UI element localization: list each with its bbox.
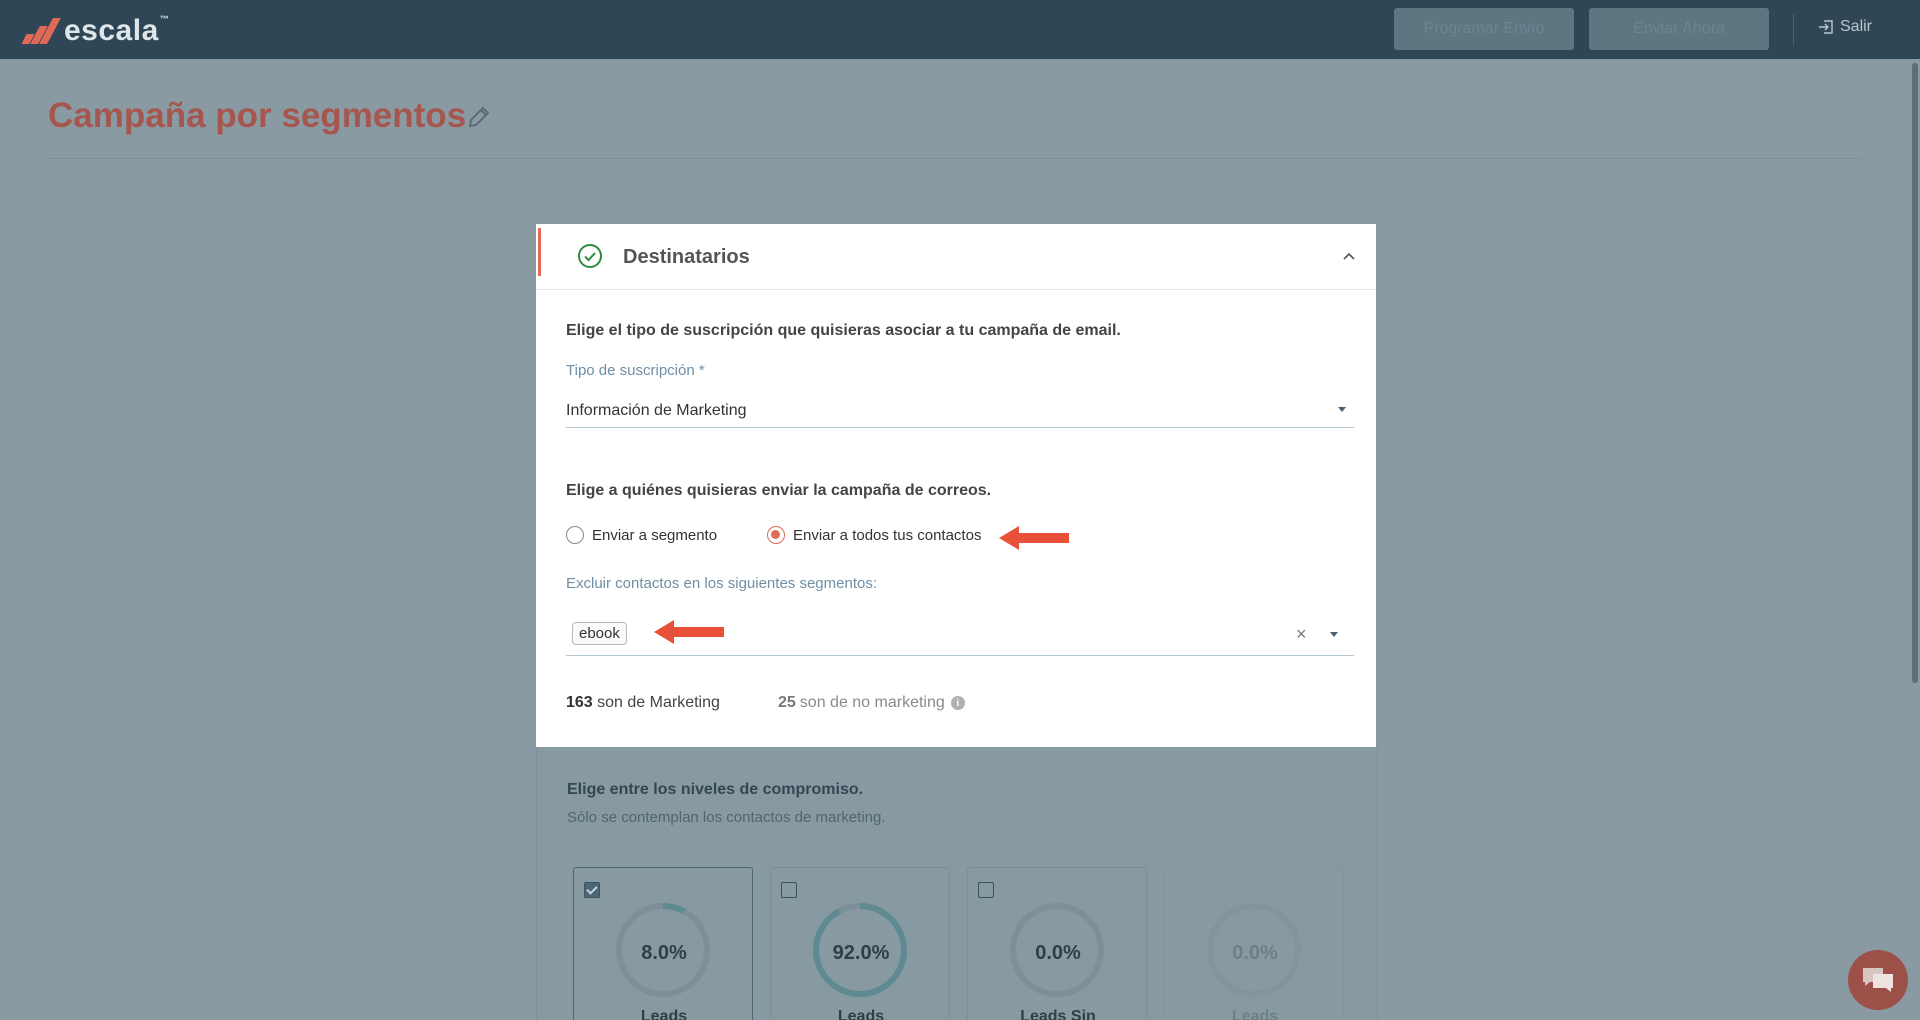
subscription-type-label: Tipo de suscripción *: [566, 362, 705, 379]
engagement-section: Elige entre los niveles de compromiso. S…: [536, 747, 1378, 1020]
tile-percent: 92.0%: [832, 942, 890, 964]
page-title: Campaña por segmentos: [48, 96, 467, 135]
tile-checkbox[interactable]: [584, 882, 600, 898]
dropdown-caret-icon[interactable]: [1330, 632, 1338, 637]
tile-label: Leads: [640, 1008, 688, 1020]
check-circle-icon: [578, 244, 602, 268]
engagement-tile[interactable]: 8.0% Leads: [573, 867, 753, 1020]
edit-title-icon[interactable]: [466, 104, 492, 135]
schedule-send-button[interactable]: Programar Envío: [1394, 8, 1574, 50]
tile-label: Leads Sin: [1020, 1008, 1096, 1020]
tile-percent: 8.0%: [641, 942, 687, 964]
chevron-up-icon[interactable]: [1342, 251, 1356, 261]
recipients-title: Destinatarios: [623, 246, 750, 268]
radio-button-selected[interactable]: [767, 526, 785, 544]
info-icon[interactable]: i: [950, 696, 965, 710]
tile-checkbox[interactable]: [781, 882, 797, 898]
red-arrow-icon: [654, 620, 724, 644]
logo-mark-icon: [18, 16, 61, 46]
radio-send-to-all[interactable]: Enviar a todos tus contactos: [767, 526, 981, 544]
red-arrow-icon: [999, 526, 1069, 550]
non-marketing-count: 25 son de no marketing i: [778, 694, 965, 712]
subscription-type-select[interactable]: Información de Marketing: [566, 392, 1354, 428]
dropdown-caret-icon: [1338, 407, 1346, 412]
engagement-tile[interactable]: 0.0% Leads Sin: [967, 867, 1147, 1020]
exclude-segments-label: Excluir contactos en los siguientes segm…: [566, 575, 877, 592]
engagement-tile-disabled: 0.0% Leads: [1164, 867, 1344, 1020]
engagement-tile[interactable]: 92.0% Leads: [770, 867, 950, 1020]
engagement-subtitle: Sólo se contemplan los contactos de mark…: [567, 809, 886, 826]
recipients-panel: Destinatarios Elige el tipo de suscripci…: [536, 224, 1376, 747]
radio-send-to-segment[interactable]: Enviar a segmento: [566, 526, 717, 544]
section-accent: [538, 228, 541, 276]
subscription-question: Elige el tipo de suscripción que quisier…: [566, 322, 1121, 339]
recipients-header[interactable]: Destinatarios: [536, 224, 1376, 290]
radio-label: Enviar a segmento: [592, 526, 718, 544]
top-bar: escala™ Programar Envío Enviar Ahora Sal…: [0, 0, 1920, 59]
chat-button[interactable]: [1848, 950, 1908, 1010]
send-now-button[interactable]: Enviar Ahora: [1589, 8, 1769, 50]
divider: [1793, 14, 1794, 45]
radio-label: Enviar a todos tus contactos: [793, 526, 982, 544]
logout-icon: [1819, 20, 1833, 34]
radio-button[interactable]: [566, 526, 584, 544]
tile-label: Leads: [1231, 1008, 1279, 1020]
clear-icon[interactable]: ×: [1296, 624, 1307, 645]
page-scrollbar[interactable]: [1910, 59, 1920, 1020]
scrollbar-thumb[interactable]: [1912, 63, 1918, 683]
logout-label: Salir: [1840, 18, 1873, 35]
logout-button[interactable]: Salir: [1818, 18, 1872, 36]
segment-chip[interactable]: ebook: [572, 622, 627, 645]
tile-checkbox[interactable]: [978, 882, 994, 898]
tile-percent: 0.0%: [1232, 942, 1278, 964]
tile-percent: 0.0%: [1035, 942, 1081, 964]
escala-logo[interactable]: escala™: [18, 14, 169, 48]
marketing-count: 163 son de Marketing: [566, 694, 720, 711]
subscription-type-value: Información de Marketing: [566, 402, 747, 419]
tile-label: Leads: [837, 1008, 885, 1020]
engagement-title: Elige entre los niveles de compromiso.: [567, 781, 864, 798]
chat-icon: [1863, 968, 1893, 992]
header-divider: [48, 158, 1862, 159]
audience-question: Elige a quiénes quisieras enviar la camp…: [566, 482, 992, 499]
logo-text: escala™: [64, 14, 170, 47]
